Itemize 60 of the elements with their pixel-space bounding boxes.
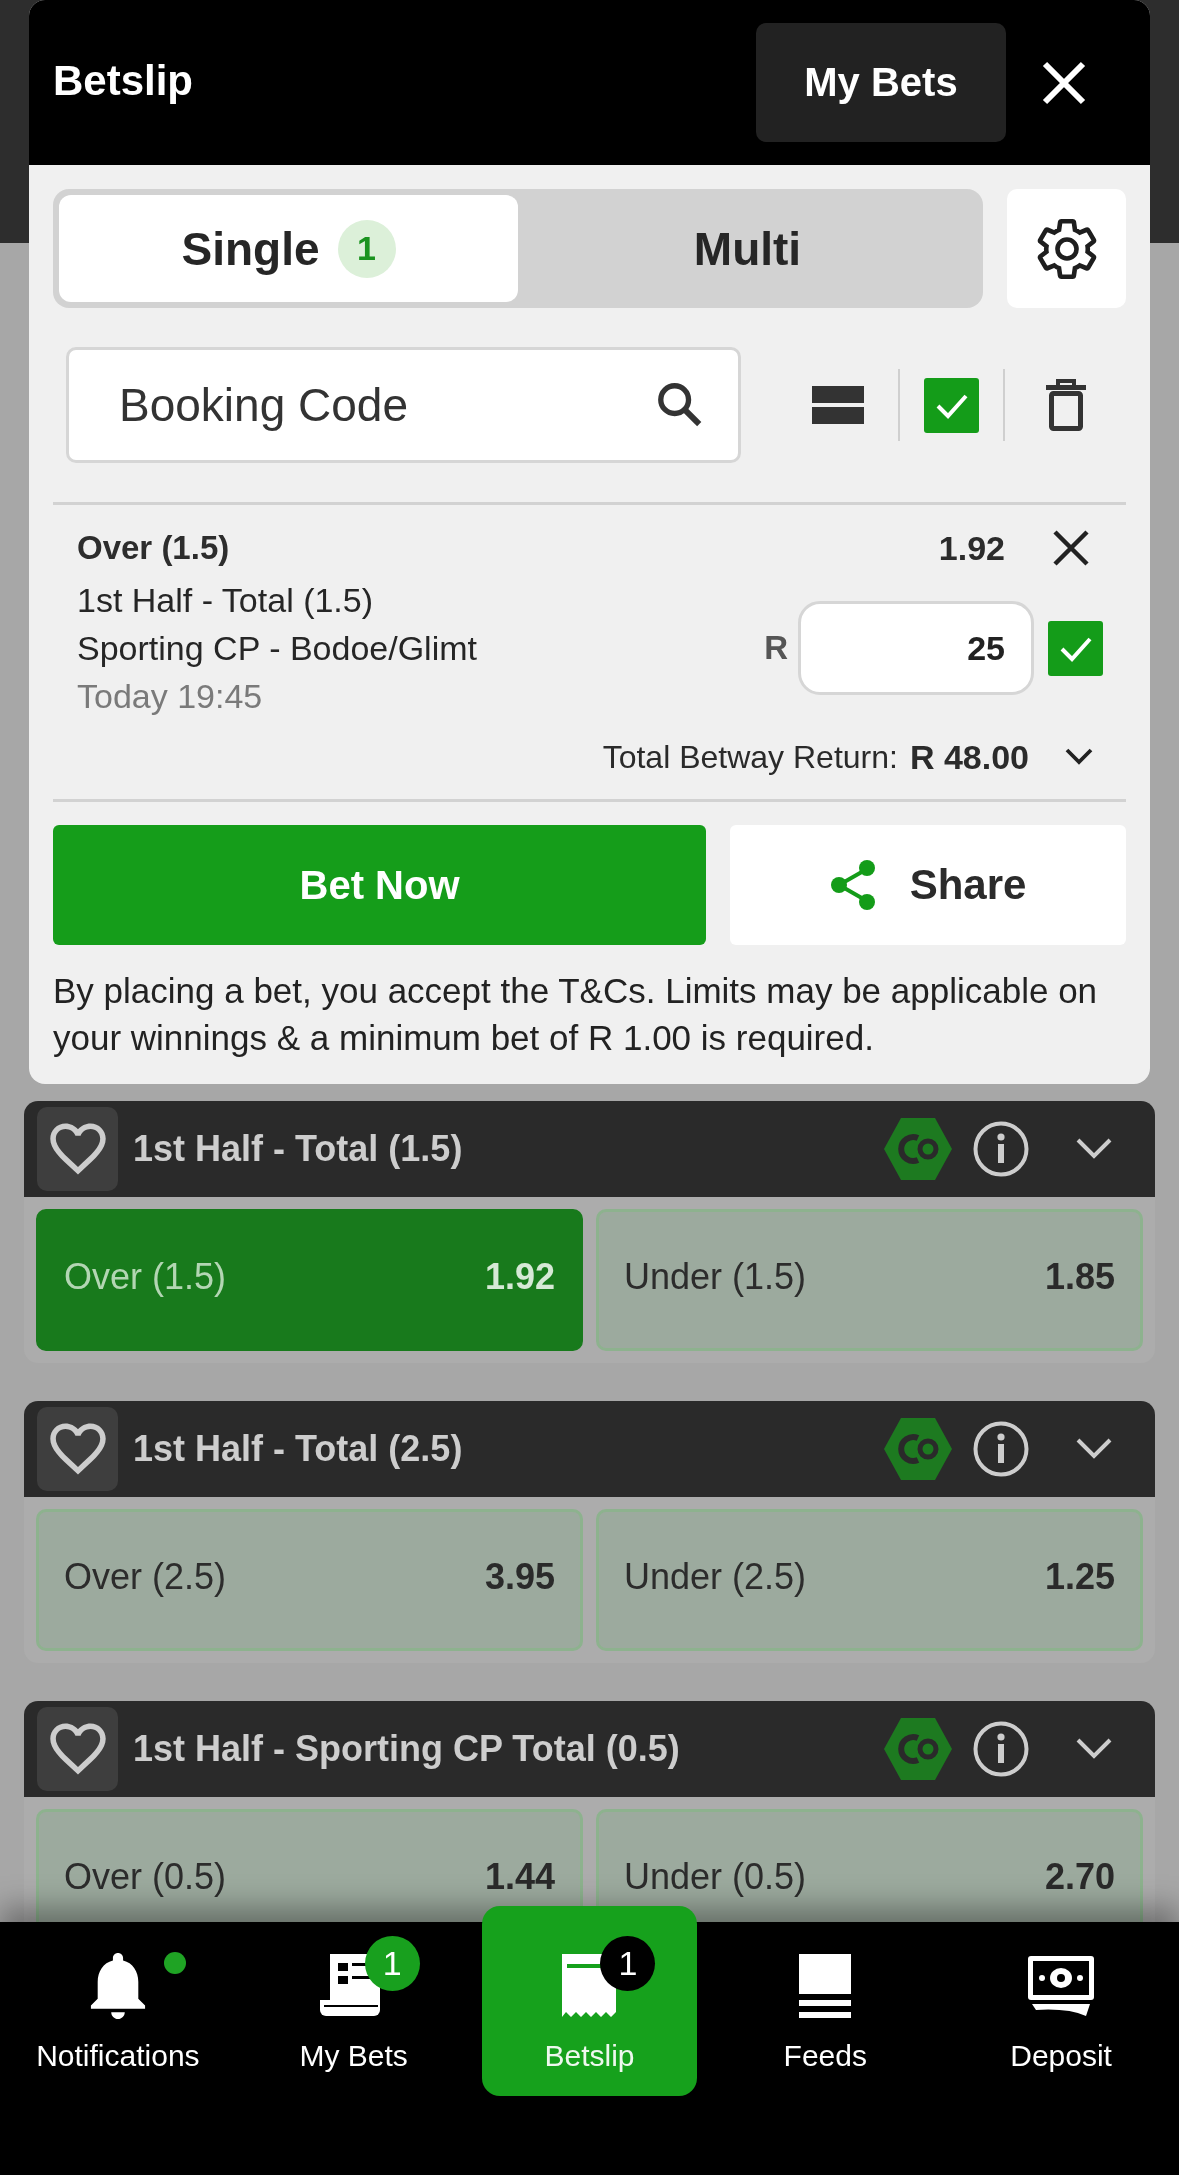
logo-icon[interactable]: [884, 1716, 952, 1782]
heart-icon: [49, 1423, 106, 1475]
bet-type-tab[interactable]: Single 1: [59, 195, 518, 302]
bet-now-button[interactable]: Bet Now: [53, 825, 706, 945]
odds-value: 1.92: [938, 528, 1005, 568]
market-title: 1st Half - Sporting CP Total (0.5): [133, 1728, 681, 1770]
heart-icon: [49, 1723, 106, 1775]
disclaimer-text: By placing a bet, you accept the T&Cs. Limits may be applicable on your winnings & a minimum bet of R 1.00 is required.: [53, 970, 1099, 1059]
nav-item[interactable]: Feeds: [773, 1922, 877, 2118]
odds-button[interactable]: Over (2.5) 3.95: [36, 1509, 583, 1651]
feed-icon: [799, 1954, 852, 2018]
chevron-down-icon[interactable]: [1065, 748, 1093, 766]
count-badge: 1: [600, 1936, 656, 1991]
heart-icon: [49, 1123, 106, 1175]
settings-icon: [1036, 218, 1097, 279]
search-icon[interactable]: [658, 383, 702, 427]
logo-icon[interactable]: [884, 1416, 952, 1482]
logo-icon[interactable]: [884, 1116, 952, 1182]
betslip-title: Betslip: [53, 56, 195, 105]
stake-input[interactable]: 25: [798, 601, 1034, 695]
bell-icon: [88, 1953, 147, 2019]
selection-name: Over (1.5): [77, 528, 231, 568]
odds-button[interactable]: Over (0.5) 1.44: [36, 1809, 583, 1922]
layout-icon[interactable]: [812, 386, 864, 424]
share-icon: [829, 860, 876, 910]
remove-icon[interactable]: [1053, 530, 1089, 566]
market-name: 1st Half - Total (1.5): [77, 580, 375, 621]
favorite-button[interactable]: [37, 1107, 118, 1191]
bet-checkbox[interactable]: [1048, 620, 1103, 676]
nav-item[interactable]: 1 Betslip: [482, 1906, 697, 2096]
nav-item[interactable]: Notifications: [26, 1922, 210, 2118]
info-icon[interactable]: [973, 1421, 1029, 1477]
odds-button[interactable]: Under (0.5) 2.70: [596, 1809, 1143, 1922]
count-badge: 1: [364, 1936, 420, 1991]
market-title: 1st Half - Total (1.5): [133, 1128, 464, 1170]
share-button[interactable]: Share: [730, 825, 1126, 945]
info-icon[interactable]: [973, 1721, 1029, 1777]
odds-button[interactable]: Under (1.5) 1.85: [596, 1209, 1143, 1351]
count-badge: 1: [337, 219, 396, 278]
currency-label: R: [764, 629, 788, 667]
odds-button[interactable]: Under (2.5) 1.25: [596, 1509, 1143, 1651]
my-bets-button[interactable]: My Bets: [756, 23, 1006, 142]
bet-type-tab[interactable]: Multi: [518, 195, 977, 302]
market-title: 1st Half - Total (2.5): [133, 1428, 464, 1470]
info-icon[interactable]: [973, 1121, 1029, 1177]
banknote-icon: [1028, 1956, 1095, 2016]
select-all-checkbox[interactable]: [924, 377, 979, 433]
settings-button[interactable]: [1007, 189, 1126, 308]
event-name: Sporting CP - Bodoe/Glimt: [77, 628, 478, 669]
close-icon[interactable]: [1042, 60, 1086, 105]
booking-code-input[interactable]: Booking Code: [66, 347, 741, 463]
nav-item[interactable]: Deposit: [1000, 1922, 1122, 2118]
trash-icon[interactable]: [1046, 379, 1086, 431]
favorite-button[interactable]: [37, 1407, 118, 1491]
favorite-button[interactable]: [37, 1707, 118, 1791]
event-time: Today 19:45: [77, 676, 264, 717]
nav-item[interactable]: 1 My Bets: [289, 1922, 418, 2118]
odds-button[interactable]: Over (1.5) 1.92: [36, 1209, 583, 1351]
total-return-label: Total Betway Return:: [602, 738, 898, 776]
total-return-value: R 48.00: [909, 737, 1029, 777]
